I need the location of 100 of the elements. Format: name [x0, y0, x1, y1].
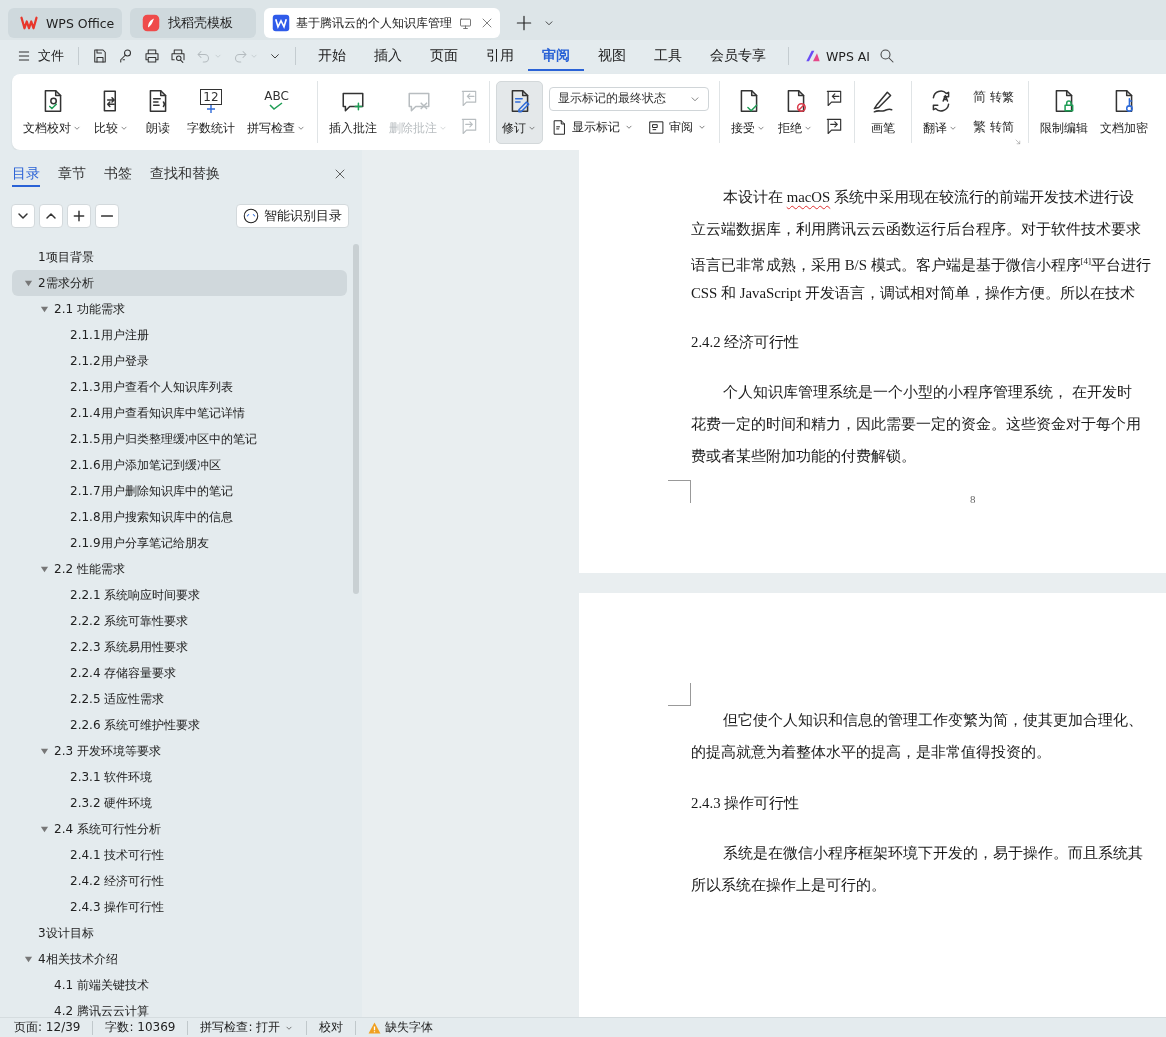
outline-item[interactable]: 2.1.1用户注册 [12, 322, 347, 348]
compare-button[interactable]: 比较 [89, 81, 134, 143]
accept-button[interactable]: 接受 [726, 81, 771, 143]
comment-arrow-icon [824, 88, 844, 108]
expand-button[interactable] [39, 204, 63, 228]
lock-document-button[interactable]: 限制编辑 [1035, 81, 1093, 143]
panel-tab[interactable]: 书签 [104, 161, 132, 187]
scrollbar[interactable] [353, 244, 359, 594]
panel-tab[interactable]: 目录 [12, 161, 40, 187]
outline-item[interactable]: 2.1.3用户查看个人知识库列表 [12, 374, 347, 400]
outline-item[interactable]: 1项目背景 [12, 244, 347, 270]
convert-button[interactable]: 简 转繁 [971, 86, 1016, 108]
markup-document-icon [551, 118, 568, 136]
expanded-triangle-icon[interactable] [40, 824, 49, 834]
document-check-button[interactable]: 文档校对 [18, 81, 87, 143]
minus-icon [101, 215, 113, 217]
expanded-triangle-icon[interactable] [40, 746, 49, 756]
collapse-button[interactable] [11, 204, 35, 228]
convert-button[interactable]: 繁 转简 [971, 116, 1016, 138]
document-tab[interactable]: 基于腾讯云的个人知识库管理 [264, 8, 500, 38]
expanded-triangle-icon[interactable] [40, 564, 49, 574]
promote-button[interactable] [67, 204, 91, 228]
outline-item[interactable]: 2.4.1 技术可行性 [12, 842, 347, 868]
outline-item[interactable]: 2.1.8用户搜索知识库中的信息 [12, 504, 347, 530]
outline-item[interactable]: 2.2.4 存储容量要求 [12, 660, 347, 686]
outline-item[interactable]: 2.2 性能需求 [12, 556, 347, 582]
previous-comment-button[interactable] [824, 88, 844, 108]
outline-item[interactable]: 2.3.2 硬件环境 [12, 790, 347, 816]
outline-item[interactable]: 2需求分析 [12, 270, 347, 296]
edit-document-button[interactable]: 修订 [496, 80, 543, 144]
outline-item[interactable]: 2.4 系统可行性分析 [12, 816, 347, 842]
outline-item[interactable]: 2.1.9用户分享笔记给朋友 [12, 530, 347, 556]
outline-item[interactable]: 2.4.2 经济可行性 [12, 868, 347, 894]
menu-tab[interactable]: 开始 [304, 41, 360, 71]
comment-button[interactable]: 插入批注 [324, 81, 382, 143]
document-tab[interactable]: WPS Office [8, 8, 122, 38]
smart-toc-button[interactable]: 智能识别目录 [236, 204, 349, 228]
menu-tab[interactable]: 视图 [584, 41, 640, 71]
ai-button[interactable]: WPS AI [797, 48, 879, 64]
outline-item[interactable]: 2.4.3 操作可行性 [12, 894, 347, 920]
markup-dropdown[interactable]: 显示标记的最终状态 [549, 86, 709, 111]
section-heading: 2.4.3 操作可行性 [691, 794, 801, 813]
leaf-app-icon [142, 14, 160, 32]
expanded-triangle-icon[interactable] [40, 304, 49, 314]
outline-item[interactable]: 2.1.5用户归类整理缓冲区中的笔记 [12, 426, 347, 452]
plus-icon [514, 13, 534, 33]
translate-button[interactable]: 翻译 [918, 81, 963, 143]
warning-icon [368, 1021, 382, 1034]
monitor-icon [458, 15, 473, 31]
outline-item[interactable]: 2.2.1 系统响应时间要求 [12, 582, 347, 608]
spell-check-button[interactable]: ABC 拼写检查 [242, 81, 311, 143]
paragraph-line: 立云端数据库，利用腾讯云云函数运行后台程序。对于软件技术要求 [691, 220, 1142, 239]
comment-arrow-icon [459, 88, 479, 108]
menu-tab[interactable]: 会员专享 [696, 41, 780, 71]
outline-item[interactable]: 2.1.4用户查看知识库中笔记详情 [12, 400, 347, 426]
expanded-triangle-icon[interactable] [24, 954, 33, 964]
outline-item[interactable]: 2.1.7用户删除知识库中的笔记 [12, 478, 347, 504]
menu-tab[interactable]: 工具 [640, 41, 696, 71]
next-comment-button[interactable] [824, 116, 844, 136]
menu-tab[interactable]: 引用 [472, 41, 528, 71]
outline-item[interactable]: 4.1 前端关键技术 [12, 972, 347, 998]
expanded-triangle-icon[interactable] [24, 278, 33, 288]
count-button[interactable]: 12 字数统计 [182, 81, 240, 143]
paragraph-line: 系统是在微信小程序框架环境下开发的，易于操作。而且系统其 [722, 844, 1144, 863]
review-pane-button[interactable]: 审阅 [646, 116, 709, 138]
outline-item[interactable]: 2.3 开发环境等要求 [12, 738, 347, 764]
outline-item[interactable]: 4.2 腾讯云云计算 [12, 998, 347, 1017]
pen-button[interactable]: 画笔 [861, 81, 905, 143]
proofread-button[interactable]: 校对 [307, 1019, 356, 1036]
show-markup-button[interactable]: 显示标记 [549, 116, 636, 138]
outline-item[interactable]: 3设计目标 [12, 920, 347, 946]
paragraph-line: 的提高就意为着整体水平的提高，是非常值得投资的。 [691, 743, 1052, 762]
missing-font-button[interactable]: 缺失字体 [356, 1019, 446, 1036]
panel-tab[interactable]: 查找和替换 [150, 161, 220, 187]
file-menu[interactable]: 文件 [10, 47, 70, 65]
read-aloud-button[interactable]: 朗读 [136, 81, 180, 143]
outline-item[interactable]: 4相关技术介绍 [12, 946, 347, 972]
ai-logo-icon [805, 49, 821, 63]
outline-item[interactable]: 2.1.6用户添加笔记到缓冲区 [12, 452, 347, 478]
paragraph-line: 个人知识库管理系统是一个小型的小程序管理系统， 在开发时 [722, 383, 1133, 402]
spell-check-status[interactable]: 拼写检查: 打开 [188, 1019, 307, 1036]
menu-tab[interactable]: 审阅 [528, 41, 584, 71]
reject-button[interactable]: 拒绝 [773, 81, 818, 143]
outline-item[interactable]: 2.2.6 系统可维护性要求 [12, 712, 347, 738]
key-document-button[interactable]: 文档加密 [1095, 81, 1153, 143]
paragraph-line: 语言已非常成熟，采用 B/S 模式。客户端是基于微信小程序$^{[4]}$平台进行 [691, 255, 1153, 275]
demote-button[interactable] [95, 204, 119, 228]
outline-item[interactable]: 2.3.1 软件环境 [12, 764, 347, 790]
outline-item[interactable]: 2.2.5 适应性需求 [12, 686, 347, 712]
panel-tab[interactable]: 章节 [58, 161, 86, 187]
paragraph-line: 但它使个人知识和信息的管理工作变繁为简，使其更加合理化、 [722, 711, 1144, 730]
crop-mark [668, 480, 691, 503]
menu-tab[interactable]: 插入 [360, 41, 416, 71]
outline-item[interactable]: 2.2.2 系统可靠性要求 [12, 608, 347, 634]
menu-tab[interactable]: 页面 [416, 41, 472, 71]
status-text: 页面: 12/39 [14, 1019, 82, 1036]
outline-item[interactable]: 2.1.2用户登录 [12, 348, 347, 374]
outline-item[interactable]: 2.2.3 系统易用性要求 [12, 634, 347, 660]
outline-item[interactable]: 2.1 功能需求 [12, 296, 347, 322]
document-tab[interactable]: 找稻壳模板 [130, 8, 256, 38]
